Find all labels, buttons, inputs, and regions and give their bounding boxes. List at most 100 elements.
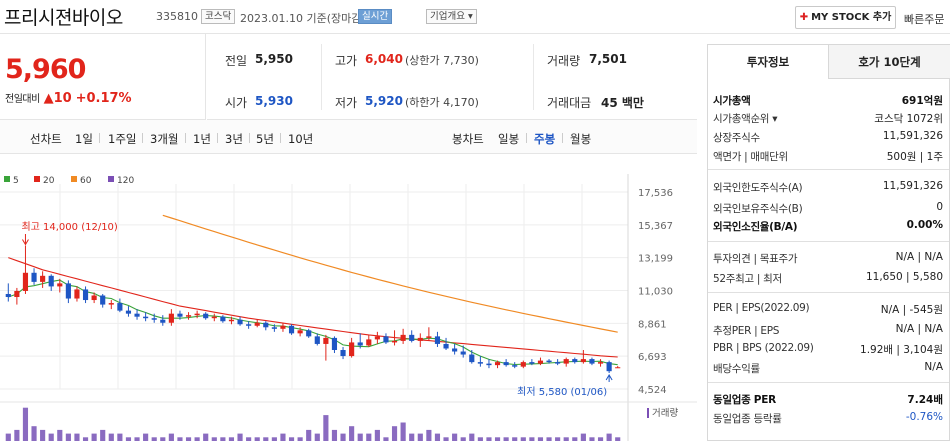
candle-body xyxy=(82,289,89,301)
volume-bar xyxy=(65,433,71,441)
volume-bar xyxy=(460,437,466,441)
volume-bar xyxy=(366,433,372,441)
tab-5y[interactable]: 5년 xyxy=(256,131,274,147)
weekly-candle-chart[interactable]: 4,524 6,693 8,861 11,030 13,199 15,367 17,536 5… xyxy=(0,154,697,441)
candle-body xyxy=(74,289,80,299)
divider xyxy=(708,382,949,383)
y-tick-label: 6,693 xyxy=(638,352,667,363)
volume-bar xyxy=(486,437,492,441)
volume-bar xyxy=(546,437,552,441)
candle-body xyxy=(494,362,501,366)
candle-body xyxy=(65,283,71,299)
quick-order-link[interactable]: 빠른주문 xyxy=(904,11,944,27)
info-row: 액면가 | 매매단위 500원 | 1주 xyxy=(708,149,949,165)
low-label: 저가 xyxy=(335,96,358,110)
tab-monthly[interactable]: 월봉 xyxy=(570,131,591,147)
candle-body xyxy=(366,339,372,346)
low-value: 5,920 xyxy=(365,94,403,108)
tab-investment-info[interactable]: 투자정보 xyxy=(708,45,828,79)
volume-bar xyxy=(383,437,389,441)
volume-bar xyxy=(494,437,501,441)
volume-bar xyxy=(529,437,535,441)
legend-swatch xyxy=(34,176,40,182)
info-row-label: 시가총액 xyxy=(713,95,751,107)
volume-bar xyxy=(220,437,226,441)
volume-bar xyxy=(237,433,243,441)
info-row-value: N/A xyxy=(924,361,943,373)
info-row-label: 상장주식수 xyxy=(713,132,760,144)
candle-body xyxy=(228,319,235,322)
price-summary: 5,960 전일대비 ▲10 +0.17% xyxy=(0,34,206,120)
candle-body xyxy=(512,365,518,367)
volume-value: 7,501 xyxy=(589,52,627,66)
volume-bar xyxy=(537,437,544,441)
y-tick-label: 11,030 xyxy=(638,287,673,298)
info-row-value: 7.24배 xyxy=(907,394,943,406)
info-row-label: 52주최고 | 최저 xyxy=(713,273,782,285)
candle-body xyxy=(520,362,526,367)
volume-bar xyxy=(572,437,578,441)
volume-bar xyxy=(331,429,338,441)
tab-3m[interactable]: 3개월 xyxy=(150,131,178,147)
volume-bar xyxy=(263,437,269,441)
volume-bar xyxy=(563,437,569,441)
candle-body xyxy=(254,322,260,326)
volume-bar xyxy=(349,426,355,441)
volume-bar xyxy=(477,437,483,441)
tab-weekly[interactable]: 주봉 xyxy=(534,131,555,147)
volume-bar xyxy=(74,433,80,441)
tab-1y[interactable]: 1년 xyxy=(193,131,211,147)
plus-icon: ✚ xyxy=(799,12,809,23)
min-price-annotation: 최저 5,580 (01/06) xyxy=(517,386,607,398)
tab-order-book[interactable]: 호가 10단계 xyxy=(828,45,950,79)
info-row-label: 외국인보유주식수(B) xyxy=(713,203,803,215)
tab-daily[interactable]: 일봉 xyxy=(498,131,519,147)
candle-body xyxy=(460,351,466,355)
realtime-button[interactable]: 실시간 xyxy=(358,9,393,24)
candle-body xyxy=(589,359,595,364)
candle-body xyxy=(452,348,458,352)
legend-label: 20 xyxy=(43,176,55,186)
candle-body xyxy=(323,337,329,344)
info-row: 52주최고 | 최저 11,650 | 5,580 xyxy=(708,271,949,287)
volume-bar xyxy=(589,437,595,441)
company-info-dropdown[interactable]: 기업개요 ▾ xyxy=(426,9,477,24)
volume-bar xyxy=(288,437,295,441)
add-mystock-button[interactable]: ✚ MY STOCK 추가 xyxy=(795,6,896,29)
volume-bar xyxy=(254,437,260,441)
volume-bar xyxy=(391,426,398,441)
divider xyxy=(533,44,534,110)
info-row: 상장주식수 11,591,326 xyxy=(708,130,949,146)
candle-body xyxy=(100,295,106,305)
divider xyxy=(321,44,322,110)
volume-bar xyxy=(340,433,346,441)
candle-body xyxy=(597,362,604,364)
candle-body xyxy=(288,325,295,334)
volume-bar xyxy=(409,433,415,441)
tab-3y[interactable]: 3년 xyxy=(225,131,243,147)
candle-body xyxy=(134,313,140,317)
change-rate: +0.17% xyxy=(75,91,132,106)
candle-body xyxy=(314,336,320,344)
tab-1d[interactable]: 1일 xyxy=(75,131,93,147)
tab-1w[interactable]: 1주일 xyxy=(108,131,136,147)
volume-bar xyxy=(211,437,217,441)
info-row: 외국인소진율(B/A) 0.00% xyxy=(708,219,949,235)
prev-close-value: 5,950 xyxy=(255,52,293,66)
info-row-value: 691억원 xyxy=(901,95,943,107)
tab-10y[interactable]: 10년 xyxy=(288,131,313,147)
volume-bar xyxy=(48,433,54,441)
candle-body xyxy=(572,359,578,363)
change-label: 전일대비 xyxy=(5,94,40,105)
candle-body xyxy=(220,316,226,322)
line-chart-label: 선차트 xyxy=(30,132,62,146)
volume-bar xyxy=(606,433,612,441)
candle-body xyxy=(57,283,63,287)
open-value: 5,930 xyxy=(255,94,293,108)
candle-body xyxy=(108,303,114,305)
info-row-label: 외국인소진율(B/A) xyxy=(713,221,798,233)
volume-bar xyxy=(168,433,174,441)
y-tick-label: 4,524 xyxy=(638,385,667,396)
stock-code: 335810 xyxy=(156,10,198,23)
amount-label: 거래대금 xyxy=(547,96,592,110)
